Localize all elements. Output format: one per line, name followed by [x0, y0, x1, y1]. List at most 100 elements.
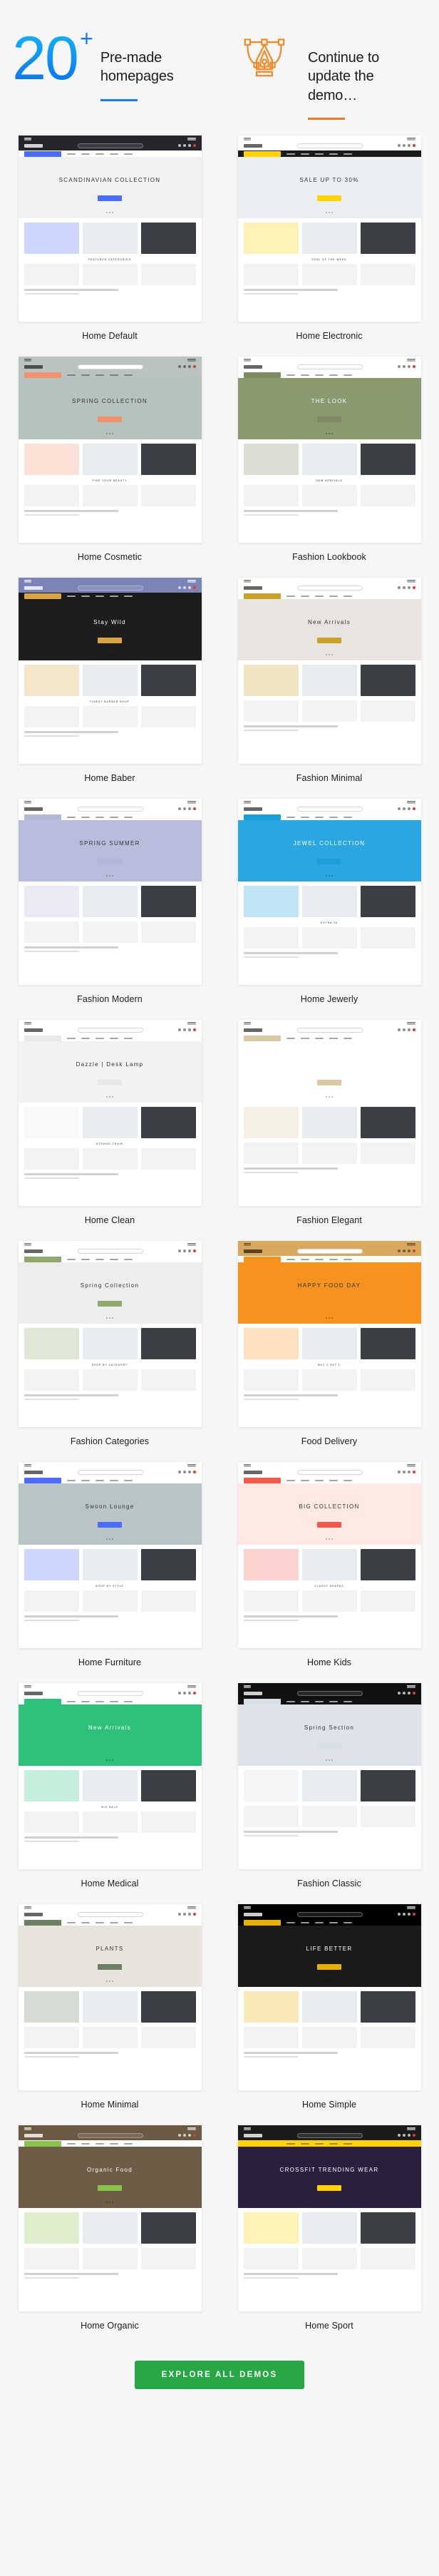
- demo-thumbnail[interactable]: BIG COLLECTION Classy Shapes: [237, 1462, 421, 1648]
- mini-hero-button: [98, 1301, 122, 1307]
- demo-thumbnail[interactable]: LIFE BETTER: [237, 1904, 421, 2090]
- mini-hero-title: SALE UP TO 30%: [299, 177, 359, 183]
- mini-card-row-2: [243, 700, 415, 722]
- demo-card[interactable]: SCANDINAVIAN COLLECTION FEATURED CATEGOR…: [0, 136, 220, 347]
- mini-hero-button: [98, 1522, 122, 1528]
- mini-nav: [18, 1698, 202, 1704]
- mini-card-row: [24, 444, 196, 475]
- demo-thumbnail[interactable]: Organic Food: [18, 2125, 202, 2311]
- demo-thumbnail[interactable]: SPRING SUMMER: [18, 799, 202, 985]
- mini-hero-title: LIFE BETTER: [306, 1946, 353, 1952]
- mini-nav: [18, 593, 202, 599]
- demo-card[interactable]: LIFE BETTER Home Simple: [220, 1904, 439, 2115]
- explore-all-demos-button[interactable]: EXPLORE ALL DEMOS: [134, 2361, 305, 2389]
- mini-search-input: [296, 1911, 363, 1917]
- demo-thumbnail[interactable]: Dazzle | Desk Lamp Strong Chair: [18, 1020, 202, 1206]
- mini-topbar: [18, 357, 202, 364]
- demo-thumbnail[interactable]: CROSSFIT TRENDING WEAR: [237, 2125, 421, 2311]
- mini-card-row-2: [243, 485, 415, 506]
- mini-logo: [243, 2133, 262, 2137]
- demo-label: Home Default: [82, 331, 138, 341]
- mini-hero: Spring Collection: [18, 1262, 202, 1324]
- demo-thumbnail[interactable]: PLANTS: [18, 1904, 202, 2090]
- mini-card-row: [24, 1107, 196, 1138]
- mini-hero-title: Dazzle | Desk Lamp: [76, 1061, 144, 1068]
- mini-nav: [237, 2140, 421, 2147]
- demo-thumbnail[interactable]: SCANDINAVIAN COLLECTION FEATURED CATEGOR…: [18, 136, 202, 322]
- demo-card[interactable]: Spring Collection Shop By Category: [0, 1241, 220, 1452]
- mini-body: Classy Shapes: [237, 1545, 421, 1648]
- demo-card[interactable]: CROSSFIT TRENDING WEAR Home Sport: [220, 2125, 439, 2336]
- demo-thumbnail[interactable]: New Arrivals BIG SALE: [18, 1683, 202, 1869]
- demo-label: Home Simple: [301, 2100, 357, 2110]
- demo-thumbnail[interactable]: [237, 1020, 421, 1206]
- demo-card[interactable]: Organic Food Home Organic: [0, 2125, 220, 2336]
- mini-hero-button: [98, 1743, 122, 1749]
- mini-site-header: [18, 1246, 202, 1256]
- demo-card[interactable]: SPRING COLLECTION FIND YOUR BEAUTY Home …: [0, 357, 220, 568]
- mini-hero: SPRING COLLECTION: [18, 378, 202, 439]
- mini-site-header: [237, 1467, 421, 1477]
- mini-header-icons: [397, 144, 415, 147]
- demo-card[interactable]: Swoon Lounge Shop By Style: [0, 1462, 220, 1673]
- demo-card[interactable]: SPRING SUMMER Fashion Modern: [0, 799, 220, 1010]
- demo-thumbnail[interactable]: HAPPY FOOD DAY BUY 2 GET 1: [237, 1241, 421, 1427]
- demo-thumbnail[interactable]: Stay Wild FINEST BARBER SHOP: [18, 578, 202, 764]
- mini-nav: [237, 1256, 421, 1262]
- demo-card[interactable]: Spring Section Fashion Classic: [220, 1683, 439, 1894]
- demo-card[interactable]: New Arrivals Fashion Minimal: [220, 578, 439, 789]
- mini-card-row-2: [24, 485, 196, 506]
- demo-card[interactable]: Stay Wild FINEST BARBER SHOP Home Baber: [0, 578, 220, 789]
- demo-card[interactable]: SALE UP TO 30% DEAL OF THE WEEK Home Ele…: [220, 136, 439, 347]
- demo-label: Home Minimal: [81, 2100, 139, 2110]
- mini-nav: [18, 150, 202, 157]
- mini-topbar: [237, 1904, 421, 1911]
- mini-search-input: [77, 1911, 143, 1917]
- demo-label: Home Kids: [306, 1657, 352, 1667]
- demo-thumbnail[interactable]: Swoon Lounge Shop By Style: [18, 1462, 202, 1648]
- demo-card[interactable]: JEWEL COLLECTION EXTRA 20 Home Jewerly: [220, 799, 439, 1010]
- premade-count-number: 20: [12, 24, 78, 93]
- mini-hero: SPRING SUMMER: [18, 820, 202, 881]
- mini-card-row: [243, 1991, 415, 2023]
- mini-site-header: [237, 1025, 421, 1035]
- demo-thumbnail[interactable]: SALE UP TO 30% DEAL OF THE WEEK: [237, 136, 421, 322]
- mini-hero-title: Organic Food: [86, 2167, 133, 2173]
- demo-thumbnail[interactable]: Spring Section: [237, 1683, 421, 1869]
- demo-card[interactable]: PLANTS Home Minimal: [0, 1904, 220, 2115]
- demo-card[interactable]: THE LOOK NEW ARRIVALS Fashion Lookbook: [220, 357, 439, 568]
- mini-topbar: [237, 799, 421, 806]
- update-demo-label: Continue to update the demo…: [308, 50, 380, 103]
- mini-topbar: [18, 1904, 202, 1911]
- mini-section-heading: Classy Shapes: [314, 1585, 344, 1588]
- mini-hero-dots: [19, 654, 202, 655]
- demo-thumbnail[interactable]: New Arrivals: [237, 578, 421, 764]
- plus-icon: +: [80, 26, 93, 51]
- demo-card[interactable]: Dazzle | Desk Lamp Strong Chair: [0, 1020, 220, 1231]
- mini-card-row-2: [24, 921, 196, 943]
- demo-card[interactable]: Fashion Elegant: [220, 1020, 439, 1231]
- mini-nav: [18, 814, 202, 820]
- demo-label: Home Medical: [81, 1879, 139, 1888]
- mini-hero-title: Swoon Lounge: [85, 1503, 135, 1510]
- mini-nav: [237, 372, 421, 378]
- mini-nav: [237, 1698, 421, 1704]
- mini-hero-title: SCANDINAVIAN COLLECTION: [58, 177, 161, 183]
- mini-card-row: [24, 223, 196, 254]
- mini-body: Shop By Style: [18, 1545, 202, 1648]
- demo-card[interactable]: HAPPY FOOD DAY BUY 2 GET 1 Food Delivery: [220, 1241, 439, 1452]
- mini-logo: [24, 2133, 43, 2137]
- mini-topbar: [18, 1020, 202, 1027]
- demo-card[interactable]: New Arrivals BIG SALE Home Medical: [0, 1683, 220, 1894]
- demo-thumbnail[interactable]: Spring Collection Shop By Category: [18, 1241, 202, 1427]
- premade-homepages-label: Pre-made homepages: [100, 50, 174, 85]
- demo-thumbnail[interactable]: THE LOOK NEW ARRIVALS: [237, 357, 421, 543]
- mini-search-input: [296, 585, 363, 591]
- demo-thumbnail[interactable]: JEWEL COLLECTION EXTRA 20: [237, 799, 421, 985]
- demo-card[interactable]: BIG COLLECTION Classy Shapes: [220, 1462, 439, 1673]
- mini-card-row: [24, 886, 196, 917]
- cta-section: EXPLORE ALL DEMOS: [0, 2361, 439, 2389]
- demo-thumbnail[interactable]: SPRING COLLECTION FIND YOUR BEAUTY: [18, 357, 202, 543]
- mini-site-header: [18, 1025, 202, 1035]
- mini-logo: [243, 586, 262, 590]
